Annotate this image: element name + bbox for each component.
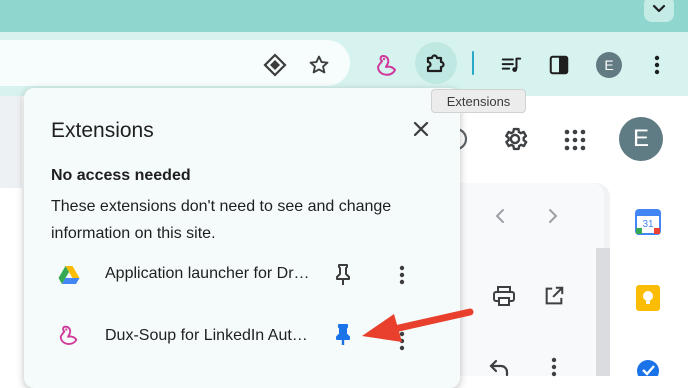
pin-outline-icon	[336, 264, 350, 285]
svg-text:31: 31	[642, 219, 654, 230]
dux-soup-icon	[56, 322, 82, 348]
profile-avatar[interactable]: E	[596, 52, 622, 78]
apps-grid-icon[interactable]	[561, 126, 589, 154]
tab-search-button[interactable]	[644, 0, 674, 22]
pin-button[interactable]	[330, 262, 356, 288]
chevron-left-icon[interactable]	[490, 204, 510, 228]
scrollbar[interactable]	[596, 248, 610, 376]
tasks-icon[interactable]	[634, 358, 662, 376]
kebab-menu-icon[interactable]	[645, 52, 669, 78]
settings-gear-icon[interactable]	[500, 124, 530, 154]
keep-icon[interactable]	[634, 284, 662, 312]
toolbar-divider	[472, 51, 474, 75]
content-card-inner	[458, 183, 604, 376]
reply-icon[interactable]	[486, 356, 512, 378]
star-icon[interactable]	[306, 52, 332, 78]
pin-filled-icon	[336, 324, 350, 345]
lens-icon[interactable]	[262, 52, 288, 78]
close-icon	[413, 121, 429, 137]
close-button[interactable]	[410, 118, 432, 140]
dux-soup-icon	[377, 55, 396, 76]
extension-name: Dux-Soup for LinkedIn Automation	[105, 327, 310, 344]
annotation-arrow	[362, 308, 474, 342]
chevron-down-icon	[652, 4, 666, 13]
pin-button[interactable]	[330, 322, 356, 348]
side-panel-icon[interactable]	[546, 52, 572, 78]
account-avatar[interactable]: E	[619, 117, 663, 161]
page-sidebar-strip	[0, 96, 22, 188]
tab-strip	[0, 0, 688, 32]
dux-soup-toolbar-button[interactable]	[372, 50, 402, 80]
media-control-icon[interactable]	[498, 52, 524, 78]
open-in-new-icon[interactable]	[540, 282, 568, 310]
extensions-menu-title: Extensions	[51, 119, 154, 142]
more-vert-icon	[399, 265, 405, 285]
drive-icon	[58, 264, 80, 286]
extension-more-button[interactable]	[392, 262, 412, 288]
extension-name: Application launcher for Drive (by Googl…	[105, 265, 310, 282]
calendar-icon[interactable]: 31	[634, 208, 662, 236]
print-icon[interactable]	[490, 282, 518, 310]
extensions-tooltip: Extensions	[431, 89, 526, 113]
section-title: No access needed	[51, 167, 191, 184]
address-bar[interactable]	[0, 40, 350, 86]
extensions-button[interactable]	[415, 42, 457, 84]
more-vert-icon[interactable]	[544, 356, 564, 378]
puzzle-icon	[426, 54, 445, 73]
section-description: These extensions don't need to see and c…	[51, 198, 392, 242]
chevron-right-icon[interactable]	[543, 204, 563, 228]
